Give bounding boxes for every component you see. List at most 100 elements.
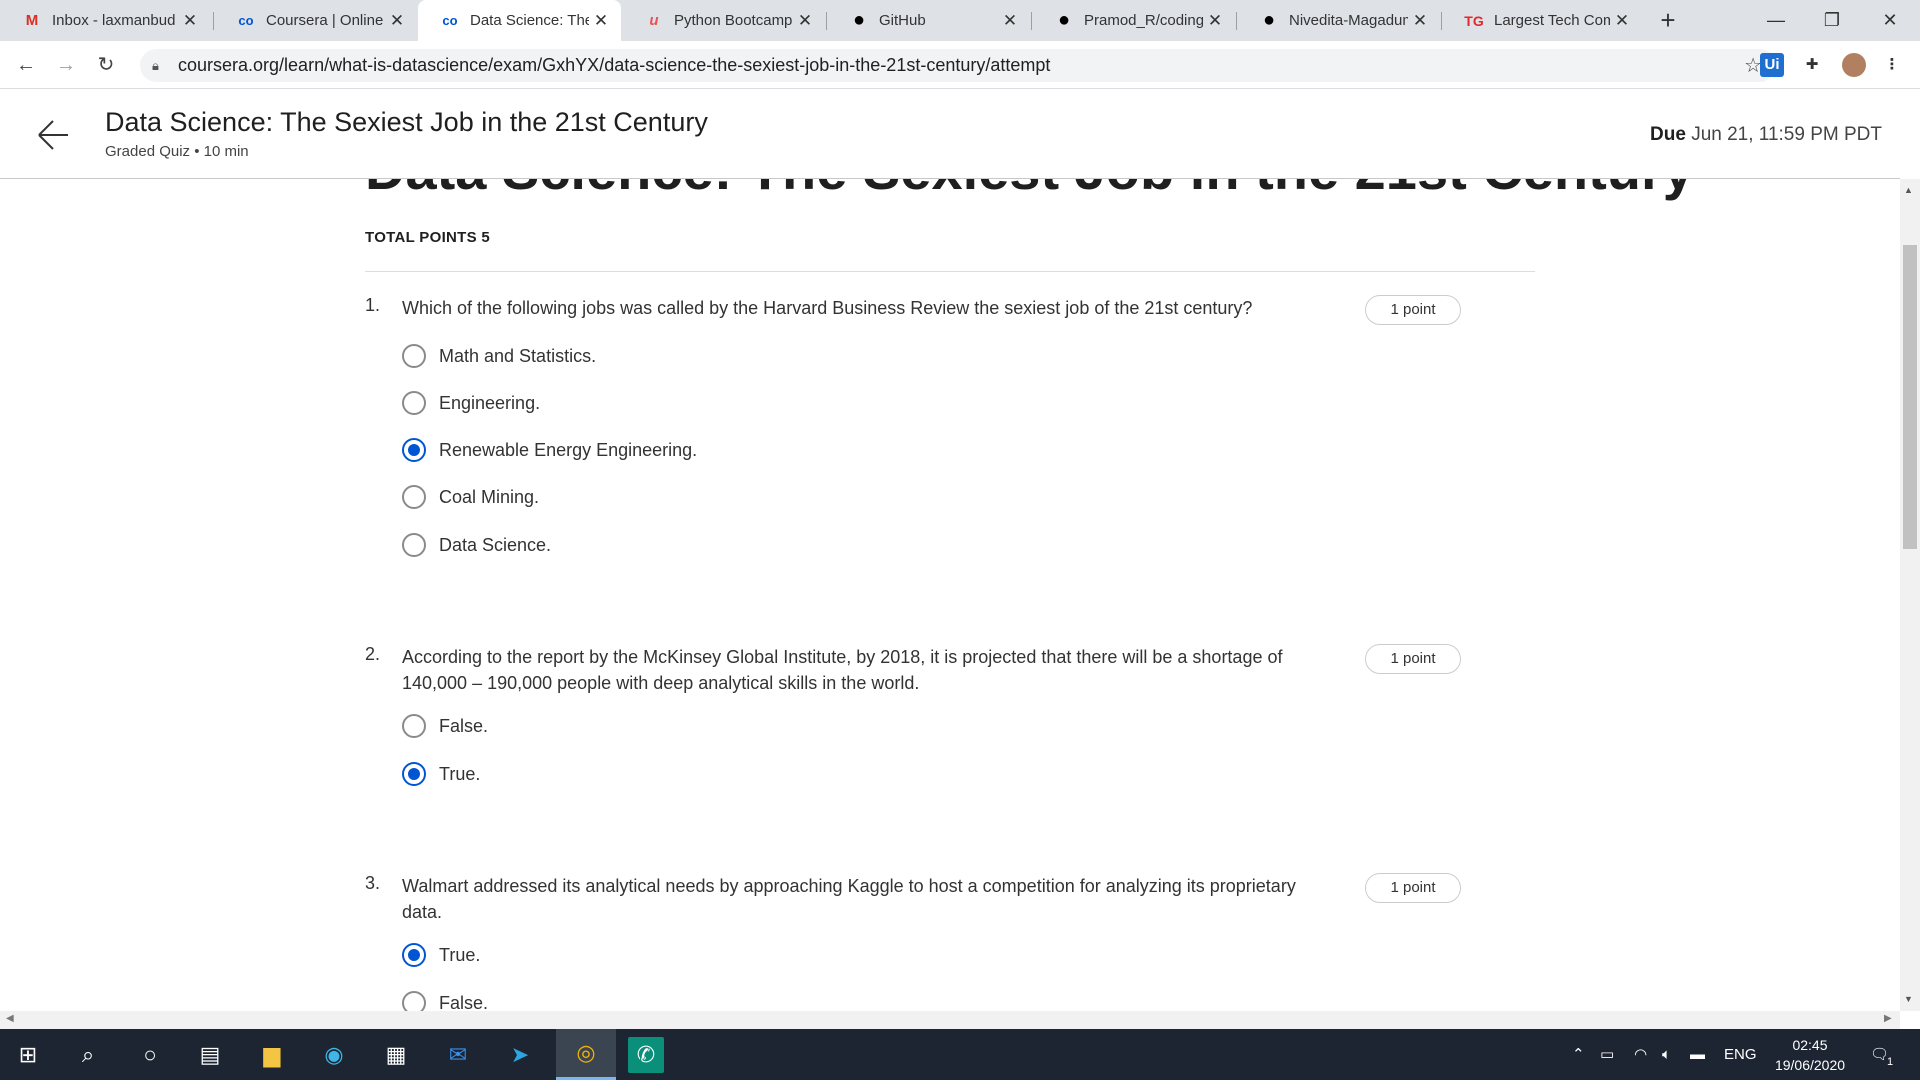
- tab-github-nivedita[interactable]: ● Nivedita-Magadum ✕: [1237, 0, 1440, 41]
- radio-button-selected[interactable]: [402, 438, 426, 462]
- close-icon[interactable]: ✕: [793, 11, 817, 31]
- close-icon[interactable]: ✕: [1408, 11, 1432, 31]
- radio-button-selected[interactable]: [402, 762, 426, 786]
- option-label: Math and Statistics.: [439, 345, 597, 366]
- cortana-icon[interactable]: ○: [132, 1037, 168, 1073]
- mail-icon[interactable]: ✉: [440, 1037, 476, 1073]
- radio-button[interactable]: [402, 991, 426, 1011]
- back-arrow-icon[interactable]: [36, 118, 70, 152]
- close-window-button[interactable]: ✕: [1862, 0, 1918, 41]
- close-icon[interactable]: ✕: [998, 11, 1022, 31]
- new-tab-button[interactable]: +: [1653, 5, 1683, 35]
- close-icon[interactable]: ✕: [178, 11, 202, 31]
- due-date: Due Jun 21, 11:59 PM PDT: [1650, 124, 1882, 146]
- github-icon: ●: [1262, 9, 1276, 31]
- chrome-icon[interactable]: ◎: [556, 1029, 616, 1080]
- close-icon[interactable]: ✕: [1203, 11, 1227, 31]
- option-engineering[interactable]: Engineering.: [402, 388, 540, 418]
- search-icon[interactable]: ⌕: [70, 1037, 106, 1073]
- notification-count: 1: [1887, 1056, 1894, 1068]
- tab-title: Coursera | Online C: [266, 12, 385, 29]
- tab-title: Pramod_R/coding_: [1084, 12, 1203, 29]
- clock[interactable]: 02:45 19/06/2020: [1760, 1035, 1860, 1075]
- option-true[interactable]: True.: [402, 759, 480, 789]
- scroll-left-icon[interactable]: ◀: [6, 1013, 14, 1024]
- tab-github-pramod[interactable]: ● Pramod_R/coding_ ✕: [1032, 0, 1235, 41]
- meet-now-icon[interactable]: ▭: [1600, 1029, 1614, 1080]
- scroll-down-icon[interactable]: ▼: [1904, 994, 1913, 1004]
- url-text: coursera.org/learn/what-is-datascience/e…: [178, 55, 1051, 75]
- task-view-icon[interactable]: ▤: [192, 1037, 228, 1073]
- extensions-puzzle-icon[interactable]: ✚: [1800, 53, 1824, 77]
- quiz-subtitle: Graded Quiz • 10 min: [105, 143, 249, 160]
- coursera-icon: co: [238, 13, 254, 28]
- show-hidden-icons[interactable]: ⌃: [1572, 1029, 1585, 1080]
- menu-dots-icon[interactable]: ⋮: [1880, 53, 1904, 77]
- file-explorer-icon[interactable]: ▆: [254, 1037, 290, 1073]
- edge-icon[interactable]: ◉: [316, 1037, 352, 1073]
- reload-button[interactable]: ↻: [90, 49, 122, 81]
- total-points: TOTAL POINTS 5: [365, 229, 491, 246]
- quiz-content: Data Science: The Sexiest Job in the 21s…: [0, 179, 1900, 1011]
- option-renewable-energy[interactable]: Renewable Energy Engineering.: [402, 435, 697, 465]
- vertical-scrollbar[interactable]: ▲ ▼: [1900, 179, 1920, 1011]
- browser-toolbar: ← → ↻ 🔒︎ coursera.org/learn/what-is-data…: [0, 41, 1920, 89]
- battery-icon[interactable]: ▬: [1690, 1029, 1705, 1080]
- radio-button[interactable]: [402, 344, 426, 368]
- tab-data-science-active[interactable]: co Data Science: The S ✕: [418, 0, 621, 41]
- wifi-icon[interactable]: ◠: [1634, 1029, 1647, 1080]
- radio-button[interactable]: [402, 533, 426, 557]
- udemy-icon: u: [649, 12, 659, 29]
- windows-start-icon[interactable]: ⊞: [10, 1037, 46, 1073]
- gmail-icon: M: [25, 12, 39, 29]
- minimize-button[interactable]: —: [1748, 0, 1804, 41]
- quiz-big-title: Data Science: The Sexiest Job in the 21s…: [365, 179, 1694, 202]
- volume-icon[interactable]: 🔈︎: [1662, 1029, 1671, 1080]
- coursera-icon: co: [442, 13, 458, 28]
- points-badge: 1 point: [1365, 644, 1461, 674]
- radio-button[interactable]: [402, 485, 426, 509]
- option-math-statistics[interactable]: Math and Statistics.: [402, 341, 596, 371]
- github-icon: ●: [1057, 9, 1071, 31]
- tab-udemy[interactable]: u Python Bootcamp: ✕: [622, 0, 825, 41]
- option-true[interactable]: True.: [402, 940, 480, 970]
- tab-title: Largest Tech Comm: [1494, 12, 1610, 29]
- tab-github[interactable]: ● GitHub ✕: [827, 0, 1030, 41]
- store-icon[interactable]: ▦: [378, 1037, 414, 1073]
- restore-button[interactable]: ❐: [1804, 0, 1860, 41]
- lock-icon: 🔒︎: [152, 57, 159, 73]
- quiz-header: Data Science: The Sexiest Job in the 21s…: [0, 90, 1900, 179]
- telegram-icon[interactable]: ➤: [502, 1037, 538, 1073]
- tab-title: Nivedita-Magadum: [1289, 12, 1408, 29]
- option-coal-mining[interactable]: Coal Mining.: [402, 482, 539, 512]
- scroll-right-icon[interactable]: ▶: [1884, 1013, 1892, 1024]
- close-icon[interactable]: ✕: [1610, 11, 1634, 31]
- option-label: False.: [439, 992, 489, 1012]
- scrollbar-thumb[interactable]: [1903, 245, 1917, 549]
- question-number: 1.: [365, 295, 381, 315]
- radio-button[interactable]: [402, 391, 426, 415]
- radio-button[interactable]: [402, 714, 426, 738]
- close-icon[interactable]: ✕: [385, 11, 409, 31]
- whatsapp-icon[interactable]: ✆: [628, 1037, 664, 1073]
- option-false[interactable]: False.: [402, 988, 488, 1011]
- tab-tech-community[interactable]: TG Largest Tech Comm ✕: [1442, 0, 1642, 41]
- question-text: According to the report by the McKinsey …: [402, 647, 1283, 693]
- back-button[interactable]: ←: [10, 49, 42, 81]
- avatar[interactable]: [1842, 53, 1866, 77]
- horizontal-scrollbar[interactable]: ◀ ▶: [0, 1011, 1900, 1029]
- radio-button-selected[interactable]: [402, 943, 426, 967]
- page-title: Data Science: The Sexiest Job in the 21s…: [105, 107, 708, 137]
- tab-gmail[interactable]: M Inbox - laxmanbud ✕: [0, 0, 210, 41]
- question-number: 3.: [365, 873, 381, 893]
- uipath-extension-icon[interactable]: Ui: [1760, 53, 1784, 77]
- language-indicator[interactable]: ENG: [1724, 1029, 1757, 1080]
- option-data-science[interactable]: Data Science.: [402, 530, 551, 560]
- close-icon[interactable]: ✕: [589, 11, 613, 31]
- forward-button[interactable]: →: [50, 49, 82, 81]
- tab-coursera[interactable]: co Coursera | Online C ✕: [214, 0, 417, 41]
- address-bar[interactable]: 🔒︎ coursera.org/learn/what-is-datascienc…: [140, 49, 1776, 82]
- option-label: Engineering.: [439, 392, 541, 413]
- option-false[interactable]: False.: [402, 711, 488, 741]
- scroll-up-icon[interactable]: ▲: [1904, 185, 1913, 195]
